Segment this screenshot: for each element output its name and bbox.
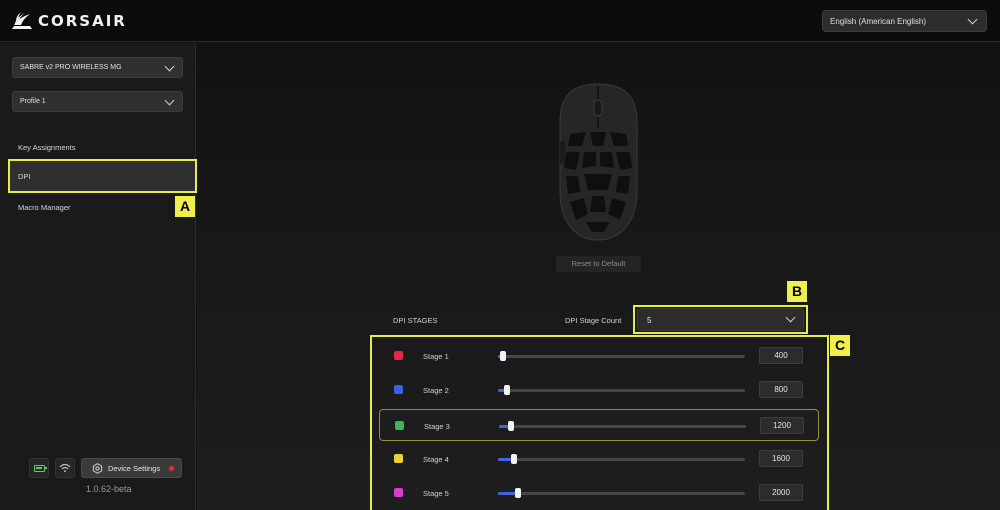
stage-color-swatch[interactable] [394, 385, 403, 394]
dpi-slider[interactable] [499, 421, 746, 431]
dpi-slider[interactable] [498, 351, 745, 361]
slider-thumb[interactable] [500, 351, 506, 361]
sidebar-item-macro-manager[interactable]: Macro Manager [9, 192, 196, 222]
sidebar [0, 43, 196, 510]
device-settings-label: Device Settings [108, 463, 161, 473]
dpi-stage-count-label: DPI Stage Count [565, 316, 622, 325]
highlight-box-a [8, 159, 197, 193]
stage-color-swatch[interactable] [395, 421, 404, 430]
dpi-slider[interactable] [498, 454, 745, 464]
stage-name: Stage 1 [423, 352, 449, 361]
dpi-stage-row-5[interactable]: Stage 5 2000 [379, 477, 819, 509]
mouse-image [556, 82, 641, 242]
slider-thumb[interactable] [508, 421, 514, 431]
dpi-slider[interactable] [498, 385, 745, 395]
top-bar: CORSAIR English (American English) [0, 0, 1000, 42]
mouse-illustration-icon [559, 83, 638, 241]
wireless-status-button[interactable] [55, 458, 75, 478]
brand-name: CORSAIR [38, 12, 127, 30]
stage-name: Stage 4 [423, 455, 449, 464]
dpi-slider[interactable] [498, 488, 745, 498]
profile-select-value: Profile 1 [20, 98, 46, 105]
highlight-box-b [633, 305, 808, 334]
sidebar-item-label: Macro Manager [18, 203, 71, 212]
callout-label-c: C [830, 335, 850, 356]
dpi-value-input[interactable]: 800 [759, 381, 803, 398]
language-select-value: English (American English) [830, 17, 927, 26]
slider-thumb[interactable] [515, 488, 521, 498]
dpi-value-input[interactable]: 1200 [760, 417, 804, 434]
corsair-sails-icon [12, 12, 32, 29]
callout-label-b: B [787, 281, 807, 302]
app-version: 1.0.62-beta [86, 484, 132, 494]
stage-color-swatch[interactable] [394, 488, 403, 497]
language-select[interactable]: English (American English) [822, 10, 987, 32]
gear-icon [92, 462, 103, 474]
profile-select[interactable]: Profile 1 [12, 91, 183, 112]
stage-name: Stage 2 [423, 386, 449, 395]
dpi-stage-row-1[interactable]: Stage 1 400 [379, 340, 819, 372]
callout-label-a: A [175, 196, 195, 217]
wifi-icon [59, 463, 71, 473]
device-select[interactable]: SABRE v2 PRO WIRELESS MG [12, 57, 183, 78]
stage-color-swatch[interactable] [394, 351, 403, 360]
chevron-down-icon [967, 14, 978, 25]
dpi-value-input[interactable]: 1600 [759, 450, 803, 467]
notification-dot-icon [169, 466, 174, 471]
battery-icon [33, 464, 47, 472]
stage-color-swatch[interactable] [394, 454, 403, 463]
battery-status-button[interactable] [29, 458, 49, 478]
slider-thumb[interactable] [511, 454, 517, 464]
stage-name: Stage 3 [424, 422, 450, 431]
sidebar-item-label: Key Assignments [18, 143, 76, 152]
reset-to-default-button[interactable]: Reset to Default [556, 256, 641, 272]
corsair-logo: CORSAIR [10, 11, 127, 31]
sidebar-item-key-assignments[interactable]: Key Assignments [9, 132, 196, 162]
dpi-stage-row-2[interactable]: Stage 2 800 [379, 374, 819, 406]
chevron-down-icon [164, 95, 175, 106]
dpi-stages-heading: DPI STAGES [393, 316, 438, 325]
dpi-value-input[interactable]: 2000 [759, 484, 803, 501]
dpi-stage-row-3[interactable]: Stage 3 1200 [379, 409, 819, 441]
chevron-down-icon [164, 61, 175, 72]
slider-thumb[interactable] [504, 385, 510, 395]
dpi-value-input[interactable]: 400 [759, 347, 803, 364]
device-settings-button[interactable]: Device Settings [81, 458, 182, 478]
device-status-row: Device Settings [29, 458, 182, 478]
device-select-value: SABRE v2 PRO WIRELESS MG [20, 64, 122, 71]
stage-name: Stage 5 [423, 489, 449, 498]
dpi-stage-row-4[interactable]: Stage 4 1600 [379, 443, 819, 475]
